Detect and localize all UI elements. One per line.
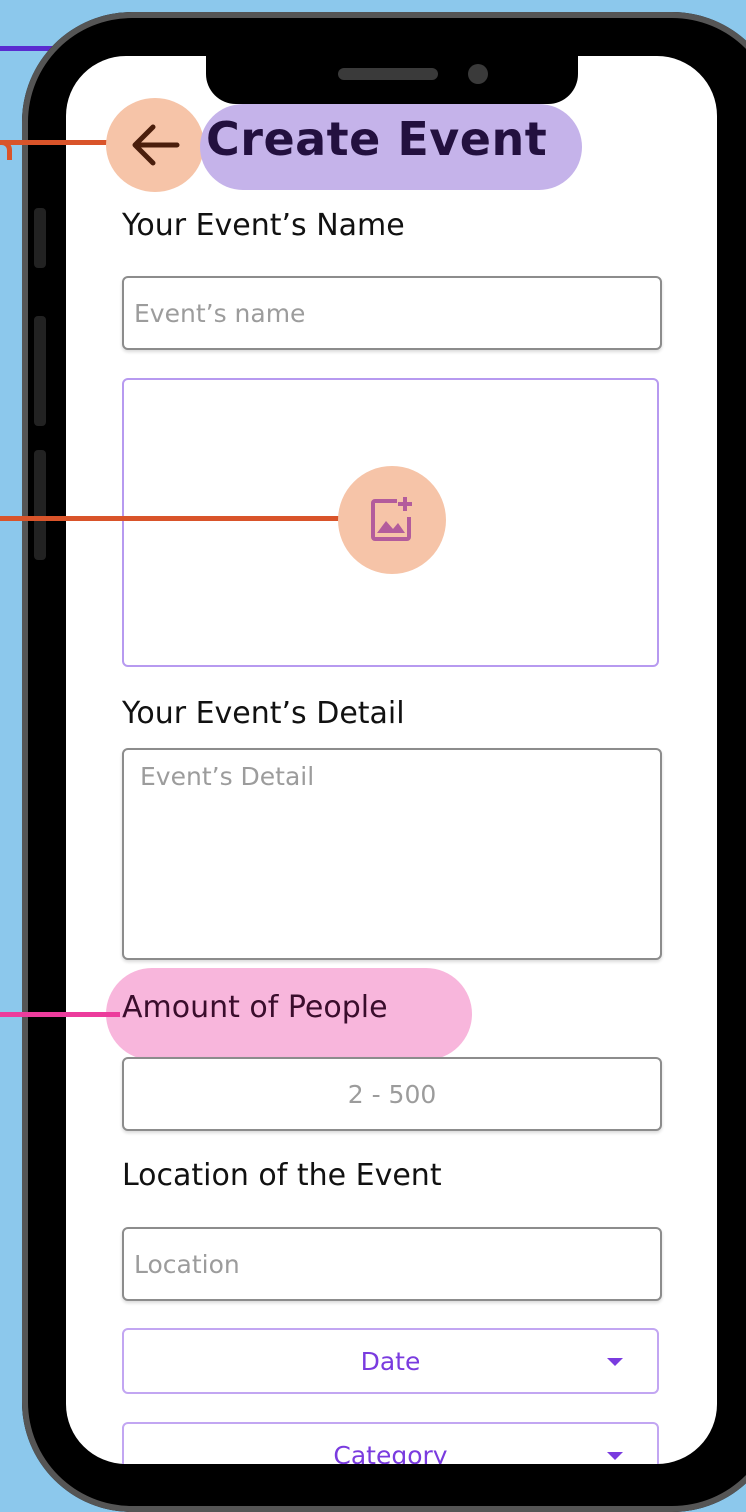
amount-of-people-label: Amount of People [122, 990, 388, 1025]
callout-line-image [0, 516, 346, 521]
page-title: Create Event [206, 112, 548, 166]
notch [206, 40, 578, 104]
silent-switch [34, 208, 46, 268]
category-select[interactable]: Category [122, 1422, 659, 1464]
arrow-left-icon [132, 124, 180, 166]
event-detail-label: Your Event’s Detail [122, 696, 405, 731]
speaker-grille [338, 68, 438, 80]
location-input[interactable]: Location [122, 1227, 662, 1301]
callout-line-amount [0, 1012, 120, 1017]
date-select[interactable]: Date [122, 1328, 659, 1394]
event-name-input[interactable]: Event’s name [122, 276, 662, 350]
volume-up-button [34, 316, 46, 426]
caret-down-icon [607, 1452, 623, 1460]
back-button[interactable] [106, 98, 204, 192]
date-select-label: Date [360, 1346, 421, 1376]
front-camera [468, 64, 488, 84]
volume-down-button [34, 450, 46, 560]
category-clip: Category [66, 1422, 717, 1464]
location-label: Location of the Event [122, 1158, 442, 1193]
add-image-button[interactable] [338, 466, 446, 574]
event-name-label: Your Event’s Name [122, 208, 405, 243]
callout-line-back [0, 140, 112, 152]
category-select-label: Category [333, 1440, 448, 1465]
event-detail-textarea[interactable]: Event’s Detail [122, 748, 662, 960]
amount-of-people-input[interactable]: 2 - 500 [122, 1057, 662, 1131]
caret-down-icon [607, 1358, 623, 1366]
add-photo-icon [371, 497, 412, 541]
